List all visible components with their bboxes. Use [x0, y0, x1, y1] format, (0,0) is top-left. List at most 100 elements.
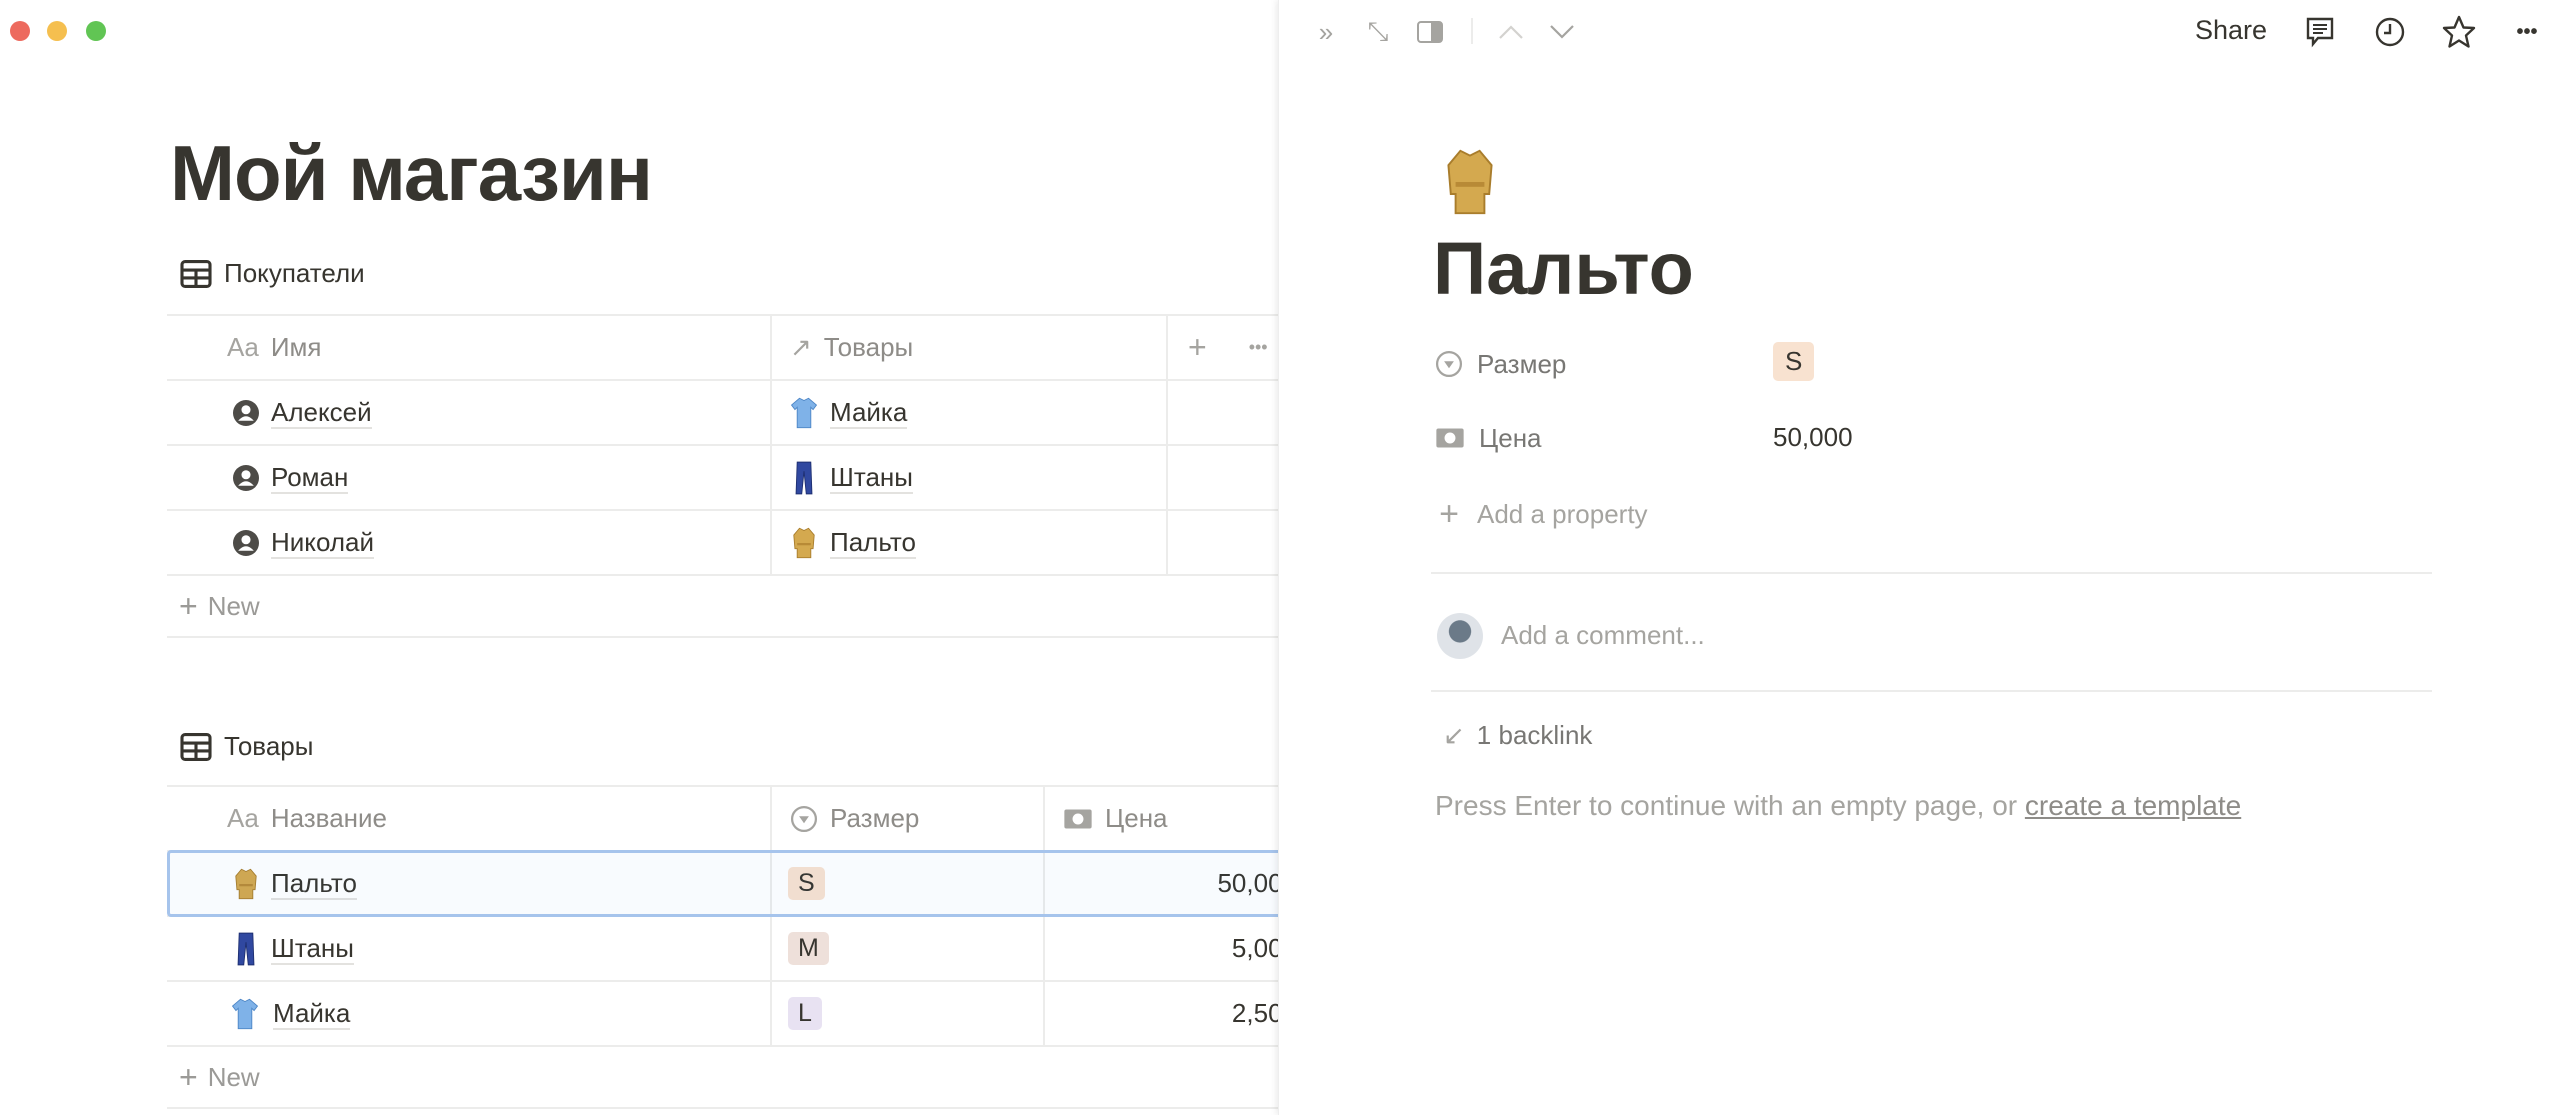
close-window-button[interactable] — [10, 21, 30, 41]
price-value: 2,500 — [1231, 998, 1278, 1028]
share-button[interactable]: Share — [2195, 15, 2267, 46]
table-row-selected[interactable]: Пальто S 50,000 — [167, 850, 1278, 917]
create-template-link[interactable]: create a template — [2025, 790, 2241, 821]
size-cell[interactable]: S — [772, 852, 1045, 915]
more-icon[interactable]: ••• — [2510, 16, 2544, 48]
table-row[interactable]: Роман Штаны — [167, 446, 1278, 511]
customer-name[interactable]: Роман — [271, 462, 349, 494]
price-value: 5,000 — [1231, 933, 1278, 963]
product-link[interactable]: Пальто — [830, 527, 916, 559]
size-tag: S — [788, 867, 825, 900]
name-cell: Роман — [167, 446, 772, 509]
column-label: Название — [270, 803, 387, 833]
column-header-size[interactable]: Размер — [772, 787, 1045, 850]
product-name[interactable]: Пальто — [271, 868, 357, 900]
price-cell[interactable]: 2,500 — [1045, 982, 1278, 1045]
backlinks-label: 1 backlink — [1476, 720, 1593, 750]
chevron-up-icon[interactable] — [1494, 16, 1528, 48]
new-row-button[interactable]: + New — [167, 576, 1278, 638]
column-label: Цена — [1105, 803, 1168, 833]
select-icon — [1435, 350, 1463, 378]
table-header: Aa Имя ↗ Товары + ••• — [167, 316, 1278, 381]
product-name[interactable]: Майка — [273, 998, 351, 1030]
column-header-price[interactable]: Цена — [1045, 787, 1278, 850]
column-actions: + ••• — [1168, 316, 1278, 379]
name-cell: Николай — [167, 511, 772, 574]
table-row[interactable]: Николай Пальто — [167, 511, 1278, 576]
size-cell[interactable]: L — [772, 982, 1045, 1045]
close-peek-icon[interactable]: » — [1309, 16, 1343, 48]
relation-arrow-icon: ↗ — [790, 332, 812, 362]
price-value[interactable]: 50,000 — [1773, 422, 1853, 453]
column-header-products[interactable]: ↗ Товары — [772, 316, 1168, 379]
history-icon[interactable] — [2373, 16, 2407, 48]
property-label: Цена — [1479, 422, 1542, 453]
shirt-icon — [229, 997, 261, 1031]
plus-icon: + — [179, 587, 198, 624]
products-cell: Штаны — [772, 446, 1168, 509]
products-cell: Майка — [772, 381, 1168, 444]
hint-text: Press Enter to continue with an empty pa… — [1435, 790, 2025, 821]
chevron-down-icon[interactable] — [1545, 16, 1579, 48]
money-icon — [1435, 425, 1465, 451]
person-icon — [233, 530, 259, 556]
plus-icon: + — [179, 1058, 198, 1095]
column-label: Имя — [270, 332, 322, 362]
property-price[interactable]: Цена — [1435, 418, 1542, 458]
comment-icon[interactable] — [2303, 16, 2337, 48]
table-row[interactable]: Алексей Майка — [167, 381, 1278, 446]
expand-icon[interactable]: ⤡ — [1361, 16, 1395, 48]
products-db-title[interactable]: Товары — [180, 731, 313, 762]
text-icon: Aa — [227, 803, 259, 833]
add-column-button[interactable]: + — [1188, 329, 1207, 366]
text-icon: Aa — [227, 332, 259, 362]
shirt-icon — [790, 396, 818, 430]
product-name[interactable]: Штаны — [271, 933, 354, 965]
product-link[interactable]: Штаны — [830, 462, 913, 494]
zoom-window-button[interactable] — [86, 21, 106, 41]
size-cell[interactable]: M — [772, 917, 1045, 980]
price-cell[interactable]: 5,000 — [1045, 917, 1278, 980]
customer-name[interactable]: Николай — [271, 527, 375, 559]
page-title: Мой магазин — [170, 129, 653, 217]
size-tag: L — [788, 997, 822, 1030]
new-label: New — [207, 1061, 260, 1092]
price-cell[interactable]: 50,000 — [1045, 852, 1278, 915]
customers-db-title[interactable]: Покупатели — [180, 258, 365, 289]
divider — [1431, 690, 2432, 692]
property-size[interactable]: Размер — [1435, 344, 1566, 384]
table-icon — [180, 733, 212, 761]
column-header-name[interactable]: Aa Имя — [167, 316, 772, 379]
new-row-button[interactable]: + New — [167, 1047, 1278, 1109]
side-peek-icon[interactable] — [1413, 16, 1447, 48]
price-value: 50,000 — [1217, 868, 1278, 898]
more-options-button[interactable]: ••• — [1249, 337, 1268, 358]
db-title-label: Товары — [224, 731, 314, 761]
name-cell: Пальто — [167, 852, 772, 915]
star-icon[interactable] — [2442, 15, 2476, 48]
plus-icon: + — [1439, 494, 1459, 533]
products-table: Aa Название Размер Цена Пальто S 50,000 … — [167, 785, 1278, 1109]
comment-input[interactable]: Add a comment... — [1501, 620, 1705, 651]
money-icon — [1063, 806, 1093, 832]
product-link[interactable]: Майка — [830, 397, 908, 429]
peek-page-title[interactable]: Пальто — [1433, 226, 1694, 311]
property-label: Размер — [1477, 348, 1567, 379]
table-row[interactable]: Майка L 2,500 — [167, 982, 1278, 1047]
main-page: Мой магазин Покупатели Aa Имя ↗ Товары +… — [0, 0, 1278, 1115]
column-header-name[interactable]: Aa Название — [167, 787, 772, 850]
size-tag[interactable]: S — [1773, 342, 1815, 381]
customer-name[interactable]: Алексей — [271, 397, 372, 429]
add-property-button[interactable]: + Add a property — [1435, 494, 1648, 534]
name-cell: Штаны — [167, 917, 772, 980]
person-icon — [233, 465, 259, 491]
toolbar-divider — [1471, 18, 1473, 44]
coat-icon — [233, 867, 259, 901]
add-property-label: Add a property — [1477, 498, 1648, 529]
coat-icon[interactable] — [1437, 146, 1503, 218]
table-row[interactable]: Штаны M 5,000 — [167, 917, 1278, 982]
minimize-window-button[interactable] — [47, 21, 67, 41]
backlinks-button[interactable]: ↙ 1 backlink — [1443, 720, 1592, 751]
name-cell: Алексей — [167, 381, 772, 444]
select-icon — [790, 805, 818, 833]
